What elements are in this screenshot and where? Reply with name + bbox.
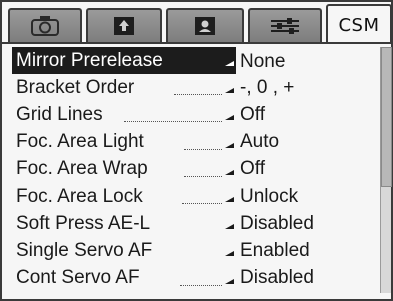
menu-item-value: Enabled [240,239,310,261]
tab-setup[interactable] [248,8,322,42]
menu-item-value: -, 0 , + [240,76,295,98]
menu-item-label: Foc. Area Light [16,131,144,153]
menu-item-soft-press-ae-l[interactable]: Soft Press AE-L Disabled [12,210,376,237]
leader-dots [184,148,222,150]
tab-shooting[interactable] [86,8,162,42]
menu-item-value: Auto [240,131,280,153]
submenu-arrow-icon [225,142,234,148]
tab-personal[interactable] [166,8,244,42]
menu-item-foc-area-lock[interactable]: Foc. Area Lock Unlock [12,183,376,210]
menu-item-value: Off [240,103,265,125]
leader-dots [180,284,222,286]
setup-sliders-icon [271,18,299,34]
tab-camera[interactable] [8,8,82,42]
shooting-menu-icon [114,17,134,35]
menu-item-label: Single Servo AF [16,239,153,261]
menu-tab-bar: CSM [6,4,392,44]
scrollbar-thumb[interactable] [381,47,392,187]
menu-item-grid-lines[interactable]: Grid Lines Off [12,101,376,128]
menu-item-label: Grid Lines [16,103,103,125]
menu-item-label: Bracket Order [16,76,135,98]
camera-icon [31,16,59,36]
submenu-arrow-icon [225,169,234,175]
submenu-arrow-icon [225,224,234,230]
menu-item-value: Unlock [240,185,299,207]
submenu-arrow-icon [225,278,234,284]
menu-item-label: Soft Press AE-L [16,212,151,234]
menu-item-label: Foc. Area Lock [16,185,143,207]
menu-item-bracket-order[interactable]: Bracket Order -, 0 , + [12,74,376,101]
menu-item-value-selected: None [240,51,286,72]
submenu-arrow-icon [225,88,234,94]
menu-item-value: Off [240,158,265,180]
leader-dots [184,175,222,177]
menu-item-foc-area-wrap[interactable]: Foc. Area Wrap Off [12,156,376,183]
submenu-arrow-icon [225,251,234,257]
custom-settings-menu: Mirror Prerelease Bracket Order -, 0 , +… [12,47,376,292]
tab-divider [2,42,393,44]
menu-item-mirror-prerelease[interactable]: Mirror Prerelease [12,47,236,75]
leader-dots [124,121,222,123]
leader-dots [182,202,222,204]
menu-item-cont-servo-af[interactable]: Cont Servo AF Disabled [12,265,376,292]
submenu-arrow-icon [225,61,234,66]
submenu-arrow-icon [225,115,234,121]
menu-item-value: Disabled [240,212,314,234]
tab-csm[interactable]: CSM [326,4,392,44]
menu-item-label: Foc. Area Wrap [16,158,148,180]
menu-item-label: Cont Servo AF [16,267,140,289]
leader-dots [174,94,222,96]
menu-scrollbar[interactable] [380,47,392,293]
menu-item-single-servo-af[interactable]: Single Servo AF Enabled [12,237,376,264]
menu-item-foc-area-light[interactable]: Foc. Area Light Auto [12,129,376,156]
camera-menu-screen: CSM Mirror Prerelease Bracket Order -, 0… [0,0,393,301]
submenu-arrow-icon [225,196,234,202]
menu-item-value: Disabled [240,267,314,289]
tab-csm-label: CSM [338,14,380,36]
personal-icon [195,17,215,35]
menu-item-label: Mirror Prerelease [16,49,163,71]
